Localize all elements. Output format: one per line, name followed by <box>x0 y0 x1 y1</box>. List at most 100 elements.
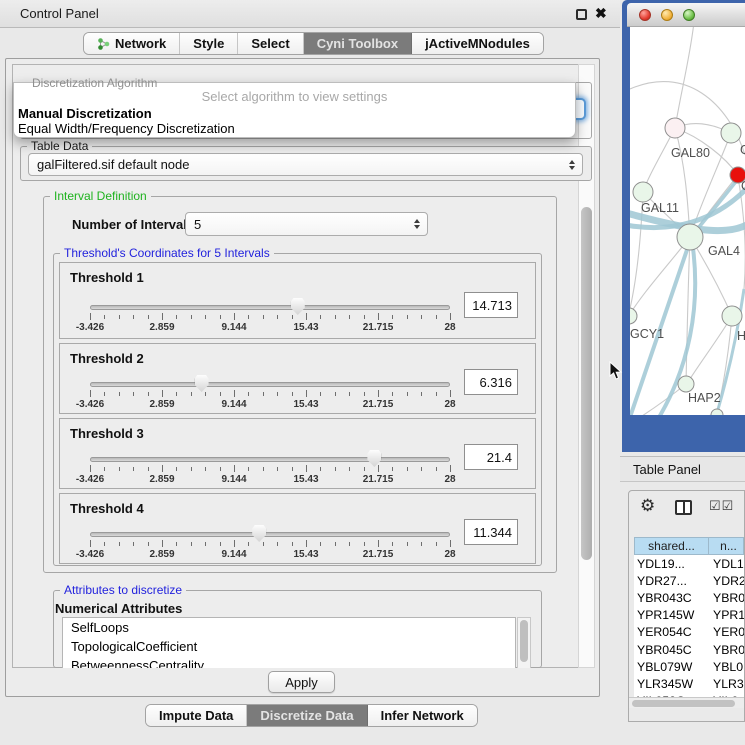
tab-cyni-toolbox[interactable]: Cyni Toolbox <box>304 33 412 54</box>
threshold-value-field[interactable]: 6.316 <box>464 369 518 395</box>
tab-select[interactable]: Select <box>238 33 303 54</box>
tab-label: jActiveMNodules <box>425 36 530 51</box>
threshold-slider[interactable]: -3.4262.8599.14415.4321.71528 <box>90 374 450 414</box>
attribute-item-betweennesscentrality[interactable]: BetweennessCentrality <box>63 656 515 668</box>
float-window-icon[interactable] <box>576 9 587 20</box>
slider-track[interactable] <box>90 457 450 462</box>
table-body[interactable]: YDL19...YDL1...YDR27...YDR2...YBR043CYBR… <box>634 555 744 697</box>
table-header-row: shared...n... <box>634 537 744 555</box>
tab-network[interactable]: Network <box>84 33 180 54</box>
tab-infer-network[interactable]: Infer Network <box>368 705 477 726</box>
column-header-1[interactable]: shared... <box>634 537 709 555</box>
table-data-combo[interactable]: galFiltered.sif default node <box>28 153 583 176</box>
cell-name: YER0... <box>710 625 744 639</box>
discretization-algorithm-title: Discretization Algorithm <box>28 76 161 91</box>
apply-button[interactable]: Apply <box>268 671 335 693</box>
network-node <box>721 123 741 143</box>
numerical-attributes-heading: Numerical Attributes <box>55 601 182 616</box>
cell-shared-name: YBL079W <box>634 660 710 674</box>
table-panel-window: ⚙ ☑☑ shared...n... YDL19...YDL1...YDR27.… <box>628 490 745 722</box>
apply-label: Apply <box>285 675 318 690</box>
cell-shared-name: YPR145W <box>634 608 710 622</box>
tab-label: Select <box>251 36 289 51</box>
threshold-slider[interactable]: -3.4262.8599.14415.4321.71528 <box>90 297 450 337</box>
slider-track[interactable] <box>90 305 450 310</box>
network-node <box>711 409 723 415</box>
threshold-slider[interactable]: -3.4262.8599.14415.4321.71528 <box>90 449 450 489</box>
threshold-label: Threshold 4 <box>70 501 144 516</box>
cell-shared-name: YDL19... <box>634 557 710 571</box>
tab-discretize-data[interactable]: Discretize Data <box>247 705 367 726</box>
popup-item-manual-discretization[interactable]: Manual Discretization <box>17 106 572 121</box>
network-canvas[interactable]: GAL80GAL11GAL4GCY1HAP2HGAO <box>630 27 745 415</box>
tab-style[interactable]: Style <box>180 33 238 54</box>
tab-impute-data[interactable]: Impute Data <box>146 705 247 726</box>
scrollbar-thumb[interactable] <box>581 207 592 560</box>
cell-shared-name: YBR043C <box>634 591 710 605</box>
table-row[interactable]: YLR345WYLR3... <box>634 675 744 692</box>
number-of-intervals-label: Number of Intervals <box>72 217 194 232</box>
threshold-value-field[interactable]: 11.344 <box>464 519 518 545</box>
tab-label: Impute Data <box>159 708 233 723</box>
table-row[interactable]: YBL079WYBL0... <box>634 658 744 675</box>
cell-name: YDR2... <box>710 574 744 588</box>
interval-definition-title: Interval Definition <box>50 189 151 204</box>
network-node-label: GAL4 <box>708 244 740 258</box>
table-data-title: Table Data <box>27 139 92 154</box>
cell-shared-name: YLR345W <box>634 677 710 691</box>
minimize-traffic-light[interactable] <box>661 9 673 21</box>
select-columns-icons[interactable]: ☑☑ <box>709 498 734 514</box>
attribute-item-selfloops[interactable]: SelfLoops <box>63 618 515 637</box>
threshold-label: Threshold 2 <box>70 351 144 366</box>
table-row[interactable]: YDL19...YDL1... <box>634 555 744 572</box>
table-row[interactable]: YBR043CYBR0... <box>634 589 744 606</box>
slider-tick-labels: -3.4262.8599.14415.4321.71528 <box>90 474 450 486</box>
network-window-titlebar <box>627 3 745 27</box>
cell-name: YBR0... <box>710 643 744 657</box>
network-node <box>722 306 742 326</box>
network-node-label: H <box>737 329 745 343</box>
threshold-slider[interactable]: -3.4262.8599.14415.4321.71528 <box>90 524 450 564</box>
threshold-panel-3: Threshold 3-3.4262.8599.14415.4321.71528… <box>59 418 536 489</box>
network-node <box>677 224 703 250</box>
popup-item-equal-width-frequency-discretization[interactable]: Equal Width/Frequency Discretization <box>17 121 572 136</box>
close-icon[interactable]: ✖ <box>595 5 607 22</box>
slider-track[interactable] <box>90 382 450 387</box>
tab-label: Network <box>115 36 166 51</box>
bottom-tab-bar: Impute Data Discretize DataInfer Network <box>145 704 478 727</box>
table-row[interactable]: YPR145WYPR1... <box>634 607 744 624</box>
threshold-value-field[interactable]: 14.713 <box>464 292 518 318</box>
tab-label: Style <box>193 36 224 51</box>
zoom-traffic-light[interactable] <box>683 9 695 21</box>
popup-placeholder: Select algorithm to view settings <box>14 89 575 104</box>
cell-name: YLR3... <box>710 677 744 691</box>
slider-track[interactable] <box>90 532 450 537</box>
slider-ticks <box>90 390 450 398</box>
split-view-icon[interactable] <box>675 500 692 515</box>
threshold-panel-2: Threshold 2 -3.4262.8599.14415.4321.71528… <box>59 343 536 414</box>
cell-shared-name: YBR045C <box>634 643 710 657</box>
cell-name: YBR0... <box>710 591 744 605</box>
tab-jactivemnodules[interactable]: jActiveMNodules <box>412 33 543 54</box>
network-edge <box>643 128 675 192</box>
number-of-intervals-value: 5 <box>194 217 201 232</box>
table-row[interactable]: YER054CYER0... <box>634 624 744 641</box>
attribute-item-topologicalcoefficient[interactable]: TopologicalCoefficient <box>63 637 515 656</box>
close-traffic-light[interactable] <box>639 9 651 21</box>
scrollbar-thumb[interactable] <box>520 620 528 662</box>
attributes-scrollbar[interactable] <box>517 617 531 668</box>
number-of-intervals-combo[interactable]: 5 <box>185 212 428 236</box>
horizontal-scrollbar[interactable] <box>629 697 744 708</box>
scrollbar-thumb[interactable] <box>632 700 735 707</box>
attributes-group-title: Attributes to discretize <box>60 583 186 598</box>
network-edge-highlighted <box>694 179 738 233</box>
column-header-2[interactable]: n... <box>709 537 744 555</box>
table-row[interactable]: YDR27...YDR2... <box>634 572 744 589</box>
threshold-label: Threshold 1 <box>70 270 144 285</box>
table-row[interactable]: YBR045CYBR0... <box>634 641 744 658</box>
numerical-attributes-list[interactable]: SelfLoopsTopologicalCoefficientBetweenne… <box>62 617 516 668</box>
network-node-label: HAP2 <box>688 391 721 405</box>
table-panel-title: Table Panel <box>633 457 701 482</box>
gear-icon[interactable]: ⚙ <box>640 496 655 516</box>
threshold-value-field[interactable]: 21.4 <box>464 444 518 470</box>
